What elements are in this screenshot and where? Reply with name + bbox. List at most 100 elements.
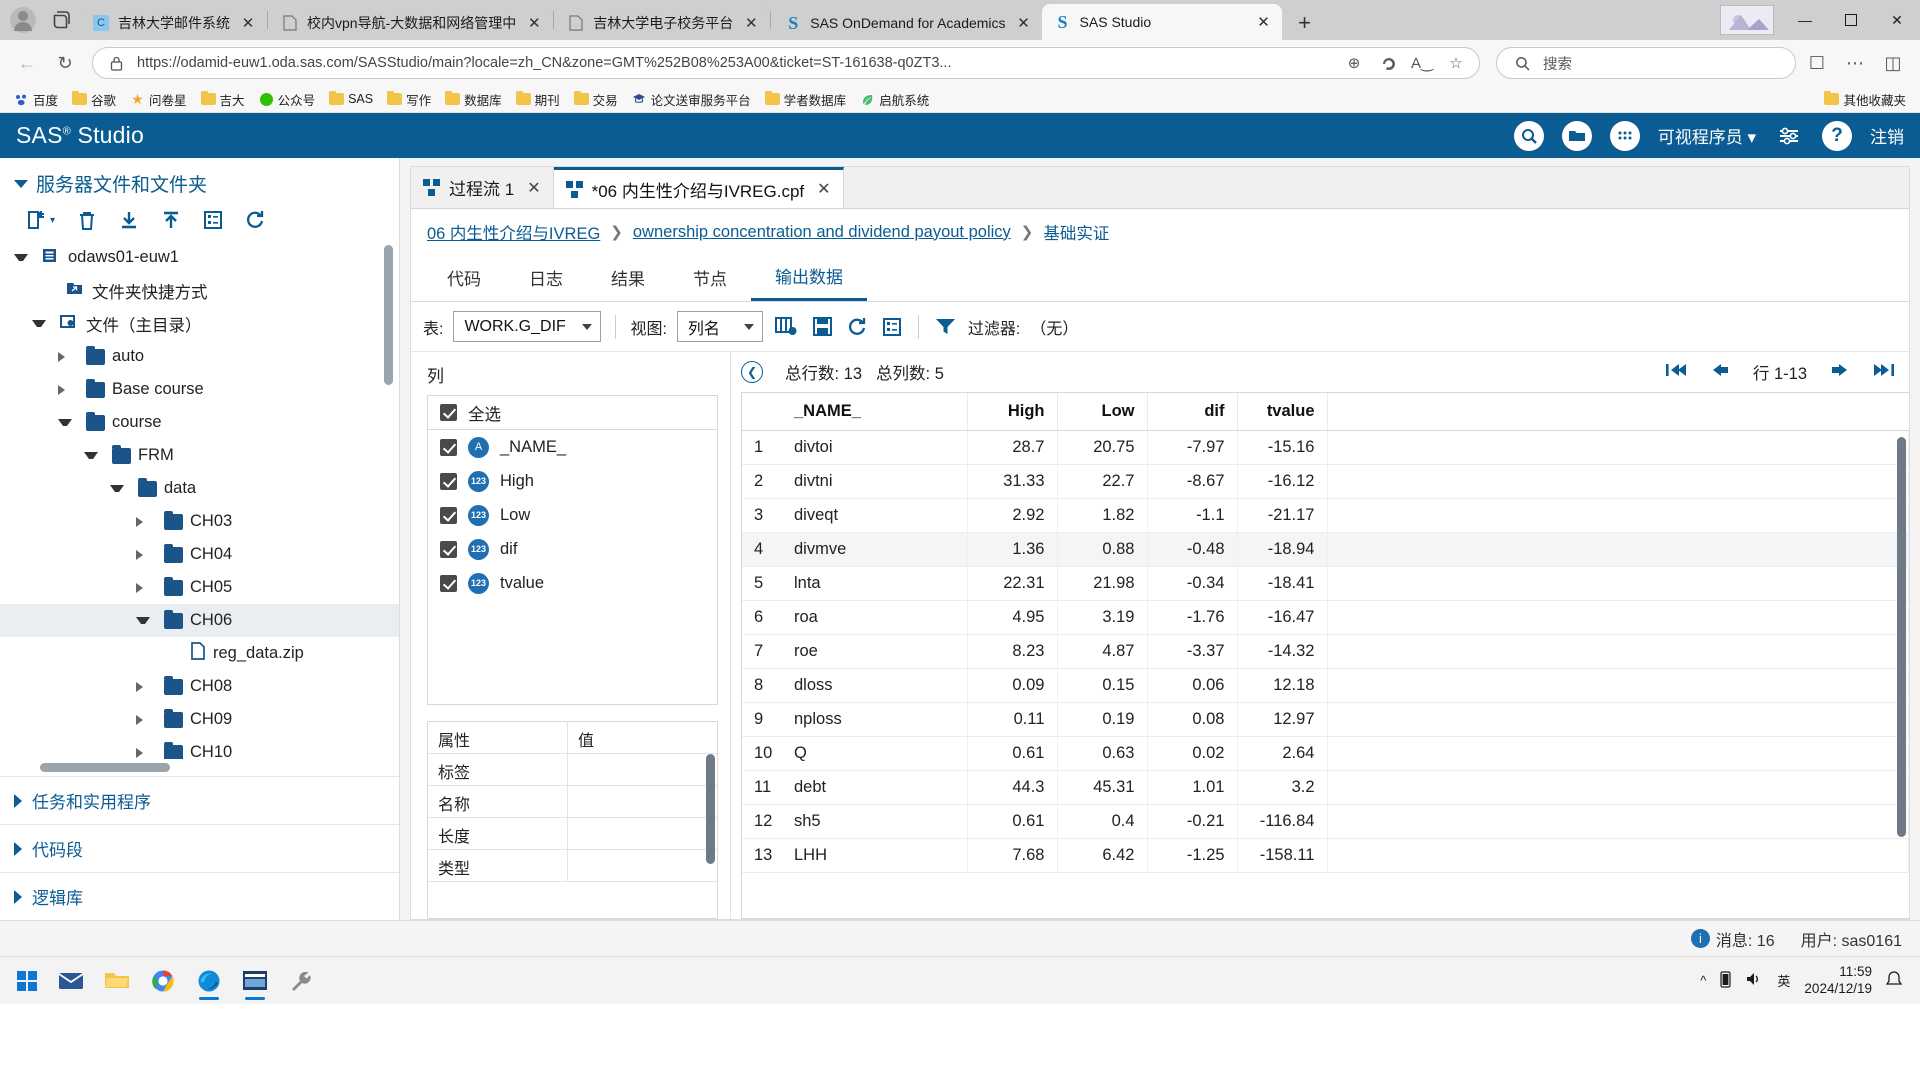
document-tab-process-flow[interactable]: 过程流 1 ✕ bbox=[411, 167, 554, 208]
help-icon[interactable]: ? bbox=[1822, 120, 1852, 151]
bookmark-item[interactable]: 启航系统 bbox=[854, 88, 935, 111]
search-icon[interactable] bbox=[1513, 120, 1544, 151]
checkbox[interactable] bbox=[440, 506, 457, 524]
favorite-star-icon[interactable]: ☆ bbox=[1443, 50, 1469, 76]
chevron-open-icon[interactable] bbox=[58, 419, 72, 426]
chevron-closed-icon[interactable] bbox=[136, 681, 150, 692]
breadcrumb-item[interactable]: ownership concentration and dividend pay… bbox=[633, 223, 1011, 242]
browser-tab[interactable]: 吉林大学电子校务平台 ✕ bbox=[555, 6, 770, 40]
bookmark-item[interactable]: 论文送审服务平台 bbox=[626, 88, 757, 111]
tree-node[interactable]: course bbox=[0, 406, 399, 439]
tree-node[interactable]: CH05 bbox=[0, 571, 399, 604]
tree-node[interactable]: CH10 bbox=[0, 736, 399, 759]
browser-tab-active[interactable]: S SAS Studio ✕ bbox=[1041, 4, 1282, 40]
view-select[interactable]: 列名 bbox=[676, 311, 763, 342]
bookmark-item[interactable]: 交易 bbox=[568, 88, 624, 111]
table-row[interactable]: 13 LHH 7.68 6.42 -1.25 -158.11 bbox=[742, 838, 1909, 873]
volume-icon[interactable] bbox=[1745, 971, 1763, 990]
tab-output-data[interactable]: 输出数据 bbox=[751, 254, 867, 301]
table-row[interactable]: 11 debt 44.3 45.31 1.01 3.2 bbox=[742, 770, 1909, 805]
column-row[interactable]: 123 Low bbox=[428, 498, 717, 532]
refresh-icon[interactable] bbox=[245, 210, 266, 230]
tool-app-icon[interactable] bbox=[278, 960, 324, 1002]
table-row[interactable]: 7 roe 8.23 4.87 -3.37 -14.32 bbox=[742, 634, 1909, 669]
filter-icon[interactable] bbox=[933, 317, 958, 336]
column-row[interactable]: 123 High bbox=[428, 464, 717, 498]
more-options-icon[interactable]: ⋯ bbox=[1838, 46, 1872, 80]
chevron-open-icon[interactable] bbox=[110, 485, 124, 492]
tab-close-icon[interactable]: ✕ bbox=[1014, 13, 1034, 33]
tree-node-selected[interactable]: CH06 bbox=[0, 604, 399, 637]
sas-app-icon[interactable] bbox=[232, 960, 278, 1002]
table-row[interactable]: 5 lnta 22.31 21.98 -0.34 -18.41 bbox=[742, 566, 1909, 601]
prev-page-icon[interactable] bbox=[1711, 362, 1729, 382]
tree-node[interactable]: 文件夹快捷方式 bbox=[0, 274, 399, 307]
refresh-icon[interactable] bbox=[845, 317, 870, 337]
chevron-closed-icon[interactable] bbox=[58, 351, 72, 362]
tree-node[interactable]: data bbox=[0, 472, 399, 505]
table-row[interactable]: 9 nploss 0.11 0.19 0.08 12.97 bbox=[742, 702, 1909, 737]
download-icon[interactable] bbox=[119, 210, 139, 231]
tree-node[interactable]: reg_data.zip bbox=[0, 637, 399, 670]
copilot-icon[interactable] bbox=[1375, 50, 1401, 76]
browser-tab[interactable]: S SAS OnDemand for Academics ✕ bbox=[772, 6, 1042, 40]
document-tab-close-icon[interactable]: ✕ bbox=[527, 178, 540, 198]
address-bar[interactable]: https://odamid-euw1.oda.sas.com/SASStudi… bbox=[92, 47, 1480, 79]
tab-close-icon[interactable]: ✕ bbox=[741, 13, 761, 33]
column-row[interactable]: 123 dif bbox=[428, 532, 717, 566]
tab-results[interactable]: 结果 bbox=[587, 256, 669, 300]
window-maximize-button[interactable] bbox=[1828, 0, 1874, 40]
chevron-open-icon[interactable] bbox=[32, 320, 46, 327]
grid-vertical-scrollbar[interactable] bbox=[1897, 437, 1906, 837]
bookmark-item[interactable]: 公众号 bbox=[253, 88, 322, 111]
collections-icon[interactable]: ☐ bbox=[1800, 46, 1834, 80]
column-header-high[interactable]: High bbox=[967, 393, 1058, 431]
properties-icon[interactable] bbox=[203, 210, 223, 230]
column-header-tvalue[interactable]: tvalue bbox=[1237, 393, 1328, 431]
folder-open-icon[interactable] bbox=[1561, 120, 1592, 151]
select-columns-icon[interactable] bbox=[773, 316, 800, 337]
first-page-icon[interactable] bbox=[1665, 362, 1687, 382]
column-row[interactable]: A _NAME_ bbox=[428, 430, 717, 464]
chevron-closed-icon[interactable] bbox=[136, 549, 150, 560]
battery-icon[interactable] bbox=[1720, 970, 1732, 991]
reload-button[interactable]: ↻ bbox=[48, 46, 82, 80]
tree-node[interactable]: auto bbox=[0, 340, 399, 373]
bookmark-item[interactable]: 百度 bbox=[8, 88, 64, 111]
start-icon[interactable] bbox=[6, 961, 48, 1001]
properties-icon[interactable] bbox=[880, 317, 904, 337]
grid-apps-icon[interactable] bbox=[1609, 120, 1640, 151]
bookmark-item[interactable]: 写作 bbox=[381, 88, 437, 111]
file-tree[interactable]: odaws01-euw1 文件夹快捷方式 文件（主目录） auto Base c… bbox=[0, 241, 399, 759]
columns-list[interactable]: 全选 A _NAME_ 123 High 123 Low 123 dif 123… bbox=[427, 395, 718, 705]
chevron-open-icon[interactable] bbox=[14, 254, 28, 261]
new-tab-button[interactable]: + bbox=[1288, 8, 1322, 38]
bookmark-item[interactable]: ★ 问卷星 bbox=[124, 88, 193, 111]
upload-icon[interactable] bbox=[161, 210, 181, 231]
clock[interactable]: 11:59 2024/12/19 bbox=[1804, 964, 1872, 998]
back-button[interactable]: ← bbox=[10, 46, 44, 80]
messages-status[interactable]: i 消息: 16 bbox=[1690, 927, 1775, 951]
table-row-highlighted[interactable]: 4 divmve 1.36 0.88 -0.48 -18.94 bbox=[742, 532, 1909, 567]
mode-selector[interactable]: 可视程序员 ▾ bbox=[1658, 123, 1756, 148]
chevron-closed-icon[interactable] bbox=[136, 747, 150, 758]
tab-close-icon[interactable]: ✕ bbox=[1254, 12, 1274, 32]
read-aloud-icon[interactable]: A‿ bbox=[1409, 50, 1435, 76]
browser-tab[interactable]: 校内vpn导航-大数据和网络管理中 ✕ bbox=[269, 6, 553, 40]
bookmark-item[interactable]: 数据库 bbox=[439, 88, 508, 111]
chevron-open-icon[interactable] bbox=[84, 452, 98, 459]
tree-vertical-scrollbar[interactable] bbox=[384, 245, 393, 385]
sidebar-item-snippets[interactable]: 代码段 bbox=[0, 824, 399, 872]
checkbox[interactable] bbox=[440, 472, 457, 490]
bookmark-item[interactable]: SAS bbox=[323, 90, 379, 108]
breadcrumb-item-current[interactable]: 基础实证 bbox=[1043, 220, 1109, 244]
chevron-closed-icon[interactable] bbox=[136, 714, 150, 725]
checkbox[interactable] bbox=[440, 540, 457, 558]
profile-avatar-icon[interactable] bbox=[10, 7, 36, 33]
bookmark-item[interactable]: 学者数据库 bbox=[759, 88, 853, 111]
tree-horizontal-scrollbar[interactable] bbox=[40, 763, 170, 772]
table-select[interactable]: WORK.G_DIF bbox=[453, 311, 602, 342]
window-thumbnail-preview[interactable] bbox=[1720, 5, 1774, 35]
bookmark-item[interactable]: 期刊 bbox=[510, 88, 566, 111]
column-header-name[interactable]: _NAME_ bbox=[782, 393, 968, 431]
